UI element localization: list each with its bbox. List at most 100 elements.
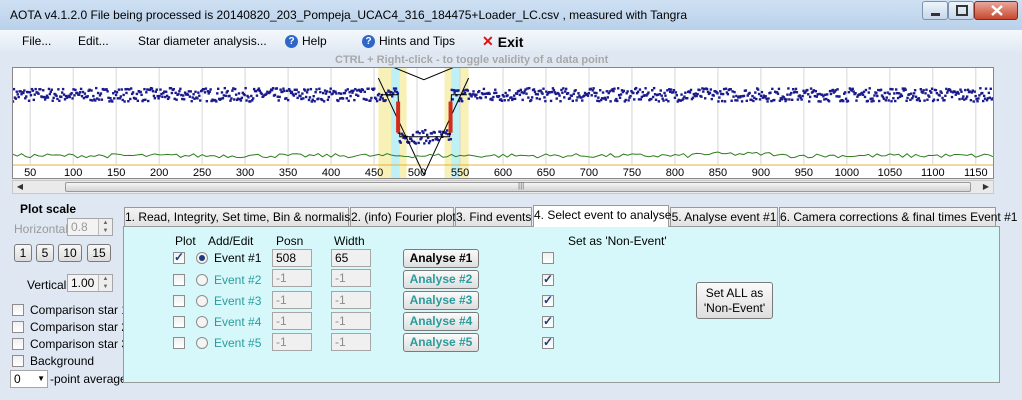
data-point [944, 94, 947, 97]
data-point [381, 97, 384, 100]
data-point [14, 97, 18, 100]
zoom-1-button[interactable]: 1 [14, 244, 32, 262]
data-point [542, 87, 545, 90]
plot-checkbox[interactable]: ✓ [173, 250, 185, 264]
data-point [871, 97, 874, 100]
width-field[interactable]: 65 [331, 249, 371, 267]
non-event-checkbox[interactable] [542, 252, 554, 264]
data-point [425, 139, 428, 142]
data-point [129, 97, 132, 101]
posn-field[interactable]: -1 [272, 269, 312, 287]
vertical-spinner[interactable]: ▲ ▼ [98, 275, 112, 291]
data-point [37, 92, 40, 95]
data-point [125, 91, 128, 95]
posn-field[interactable]: 508 [272, 249, 312, 267]
data-point [339, 92, 343, 95]
analyse-button[interactable]: Analyse #1 [403, 249, 479, 268]
menu-star-diameter[interactable]: Star diameter analysis... [138, 34, 267, 48]
data-point [958, 97, 961, 101]
horizontal-scale-input[interactable]: 0.8 ▲ ▼ [67, 218, 113, 236]
plot-checkbox[interactable] [173, 274, 185, 286]
event-radio[interactable] [196, 337, 208, 349]
analyse-button[interactable]: Analyse #5 [403, 333, 479, 352]
menu-exit[interactable]: ✕ Exit [482, 33, 523, 50]
event-radio[interactable] [196, 274, 208, 286]
data-point [672, 89, 676, 92]
set-all-non-event-button[interactable]: Set ALL as 'Non-Event' [696, 282, 773, 319]
data-point [460, 97, 463, 101]
non-event-checkbox[interactable]: ✓ [542, 335, 554, 349]
plot-checkbox[interactable] [173, 295, 185, 307]
event-radio[interactable] [196, 295, 208, 307]
scroll-right-icon[interactable]: ▶ [979, 181, 993, 193]
background-checkbox[interactable] [12, 355, 24, 367]
data-point [590, 94, 593, 97]
spin-down-icon[interactable]: ▼ [99, 227, 112, 235]
zoom-15-button[interactable]: 15 [87, 244, 111, 262]
menu-hints[interactable]: ? Hints and Tips [362, 34, 455, 48]
data-point [786, 93, 789, 96]
tab-camera-corrections[interactable]: 6. Camera corrections & final times Even… [779, 207, 1017, 226]
analyse-button[interactable]: Analyse #2 [403, 270, 479, 289]
data-point [145, 91, 148, 94]
zoom-5-button[interactable]: 5 [36, 244, 54, 262]
vertical-scale-input[interactable]: 1.00 ▲ ▼ [67, 274, 113, 292]
data-point [243, 93, 246, 97]
data-point [70, 92, 73, 95]
width-field[interactable]: -1 [331, 312, 371, 330]
scroll-thumb[interactable]: ||| [65, 181, 971, 192]
width-field[interactable]: -1 [331, 291, 371, 309]
analyse-button[interactable]: Analyse #4 [403, 312, 479, 331]
data-point [973, 90, 976, 93]
menu-file[interactable]: File... [22, 34, 51, 48]
comparison-star-1-checkbox[interactable] [12, 304, 24, 316]
comparison-star-2-checkbox[interactable] [12, 321, 24, 333]
point-average-select[interactable]: 0 ▼ [10, 370, 48, 388]
maximize-button[interactable] [948, 1, 974, 20]
menu-edit[interactable]: Edit... [78, 34, 109, 48]
tab-find-events[interactable]: 3. Find events [455, 207, 532, 226]
data-point [872, 99, 875, 103]
light-curve-svg[interactable]: 50 100 150 200 250 300 350 400 450 500 550 600 650 70… [13, 68, 993, 178]
horizontal-spinner[interactable]: ▲ ▼ [98, 219, 112, 235]
width-field[interactable]: -1 [331, 269, 371, 287]
spin-down-icon[interactable]: ▼ [99, 283, 112, 291]
tab-analyse-event[interactable]: 5. Analyse event #1 [670, 207, 778, 226]
data-point [641, 90, 644, 94]
data-point [495, 91, 498, 95]
zoom-10-button[interactable]: 10 [58, 244, 82, 262]
non-event-checkbox[interactable]: ✓ [542, 314, 554, 328]
data-point [140, 93, 143, 97]
minimize-button[interactable] [922, 1, 948, 20]
tab-select-event[interactable]: 4. Select event to analyse [533, 205, 671, 227]
analyse-button[interactable]: Analyse #3 [403, 291, 479, 310]
data-point [226, 89, 229, 93]
data-point [229, 99, 232, 102]
event-radio[interactable] [196, 252, 208, 264]
non-event-checkbox[interactable]: ✓ [542, 272, 554, 286]
spin-up-icon[interactable]: ▲ [99, 219, 112, 227]
width-field[interactable]: -1 [331, 333, 371, 351]
close-button[interactable] [974, 1, 1018, 20]
comparison-star-3-checkbox[interactable] [12, 338, 24, 350]
light-curve-plot[interactable]: 50 100 150 200 250 300 350 400 450 500 550 600 650 70… [12, 67, 994, 179]
plot-checkbox[interactable] [173, 316, 185, 328]
posn-field[interactable]: -1 [272, 312, 312, 330]
menu-help[interactable]: ? Help [285, 34, 327, 48]
plot-checkbox[interactable] [173, 337, 185, 349]
data-point [900, 94, 904, 98]
spin-up-icon[interactable]: ▲ [99, 275, 112, 283]
plot-scrollbar[interactable]: ◀ ||| ▶ [12, 180, 994, 194]
data-point [127, 100, 130, 103]
tab-read-integrity[interactable]: 1. Read, Integrity, Set time, Bin & norm… [124, 207, 357, 226]
scroll-left-icon[interactable]: ◀ [13, 181, 27, 193]
data-point [182, 94, 185, 97]
non-event-checkbox[interactable]: ✓ [542, 293, 554, 307]
posn-field[interactable]: -1 [272, 291, 312, 309]
data-point [575, 99, 578, 102]
data-point [282, 87, 285, 90]
posn-field[interactable]: -1 [272, 333, 312, 351]
data-point [873, 94, 876, 97]
event-radio[interactable] [196, 316, 208, 328]
tab-fourier[interactable]: 2. (info) Fourier plot [350, 207, 456, 226]
